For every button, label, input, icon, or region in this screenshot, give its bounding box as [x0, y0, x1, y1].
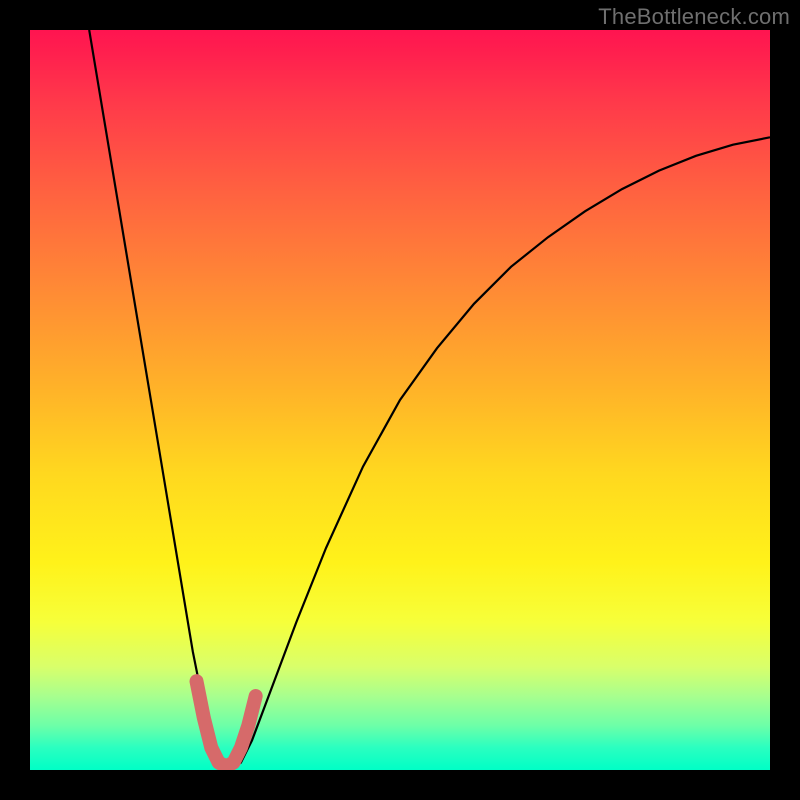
- curve-svg: [30, 30, 770, 770]
- highlight-segment: [197, 681, 256, 766]
- watermark-text: TheBottleneck.com: [598, 4, 790, 30]
- chart-frame: TheBottleneck.com: [0, 0, 800, 800]
- main-curve: [89, 30, 770, 770]
- plot-area: [30, 30, 770, 770]
